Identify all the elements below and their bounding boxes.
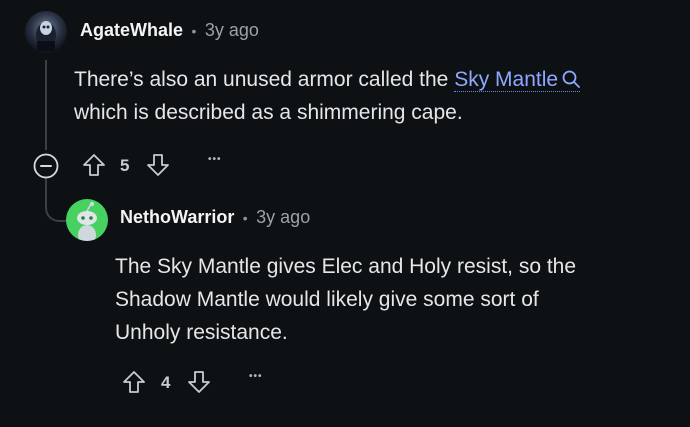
vote-count: 4 — [161, 373, 171, 392]
avatar[interactable] — [66, 199, 108, 241]
comment-line: Unholy resistance. — [115, 321, 288, 344]
comment-line: Shadow Mantle would likely give some sor… — [115, 288, 539, 311]
more-options-button[interactable]: ••• — [208, 154, 222, 165]
avatar[interactable] — [25, 11, 67, 53]
downvote-icon[interactable] — [146, 153, 170, 177]
thread-line-parent[interactable] — [45, 60, 47, 150]
comment-line: There’s also an unused armor called the … — [74, 63, 674, 96]
vote-count: 5 — [120, 156, 130, 175]
collapse-button[interactable] — [33, 153, 59, 179]
link-text[interactable]: Sky Mantle — [454, 68, 558, 91]
search-link[interactable]: Sky Mantle — [454, 68, 581, 92]
comment-header: NethoWarrior • 3y ago — [120, 207, 310, 228]
separator-dot: • — [191, 23, 197, 39]
comment-header: AgateWhale • 3y ago — [80, 20, 259, 41]
comment-body: There’s also an unused armor called the … — [74, 63, 674, 129]
more-options-button[interactable]: ••• — [249, 371, 263, 382]
upvote-icon[interactable] — [82, 153, 106, 177]
timestamp[interactable]: 3y ago — [205, 20, 259, 40]
author-name[interactable]: NethoWarrior — [120, 207, 234, 227]
comment-line: which is described as a shimmering cape. — [74, 101, 463, 124]
author-name[interactable]: AgateWhale — [80, 20, 183, 40]
separator-dot: • — [242, 210, 248, 226]
comment-text: There’s also an unused armor called the — [74, 68, 449, 91]
search-icon[interactable] — [562, 70, 580, 88]
upvote-icon[interactable] — [122, 370, 146, 394]
comment-body: The Sky Mantle gives Elec and Holy resis… — [115, 250, 675, 349]
timestamp[interactable]: 3y ago — [256, 207, 310, 227]
comment-line: The Sky Mantle gives Elec and Holy resis… — [115, 255, 577, 278]
collapse-icon — [33, 153, 59, 179]
downvote-icon[interactable] — [187, 370, 211, 394]
